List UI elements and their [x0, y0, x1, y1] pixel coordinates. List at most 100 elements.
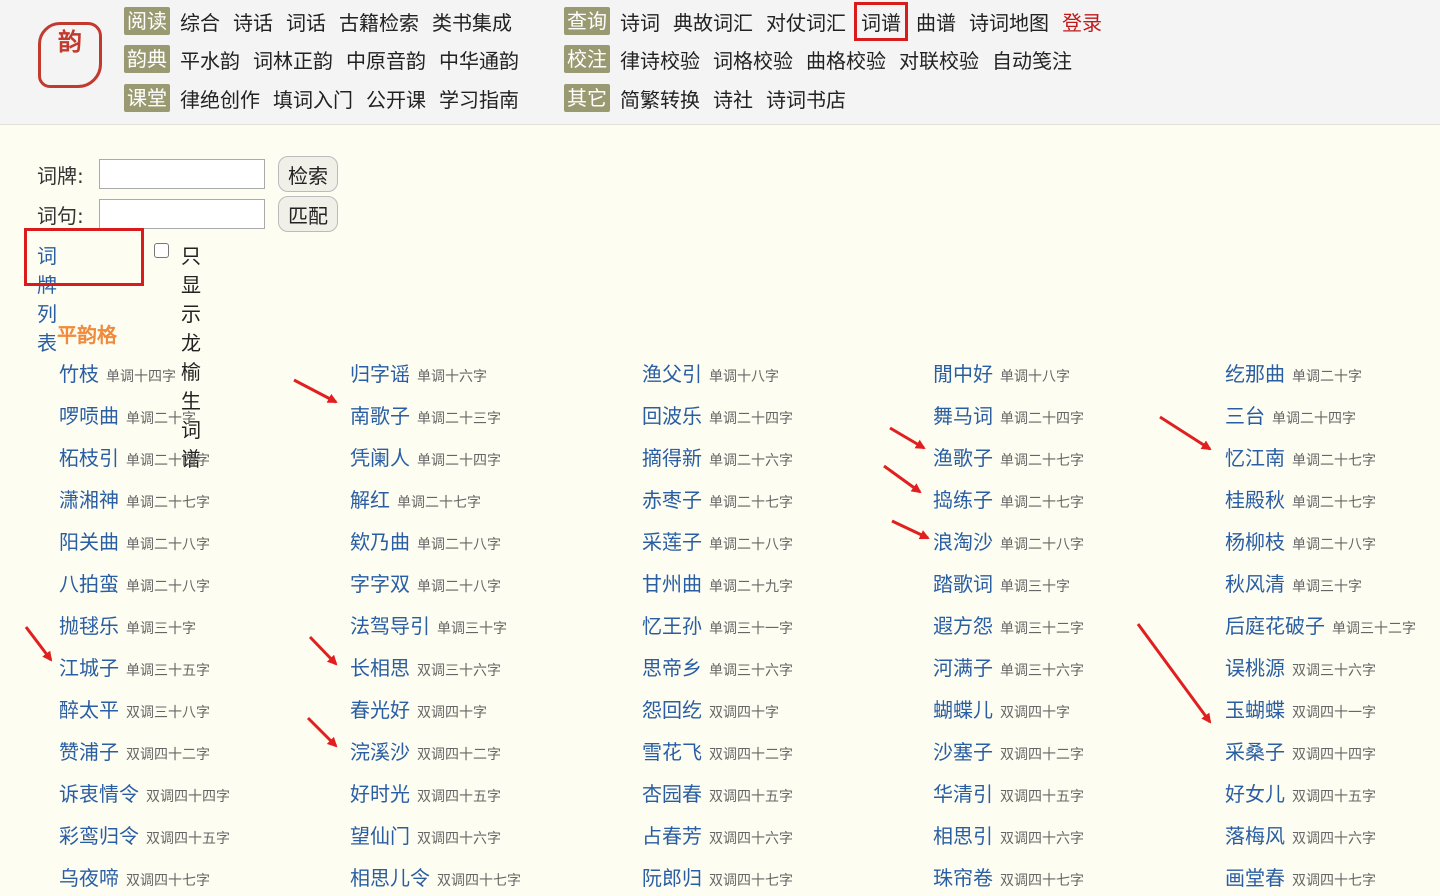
cipai-name-link[interactable]: 玉蝴蝶: [1225, 694, 1285, 723]
cipai-name-link[interactable]: 归字谣: [350, 358, 410, 387]
cipai-name-link[interactable]: 春光好: [350, 694, 410, 723]
nav-link[interactable]: 类书集成: [432, 7, 512, 36]
cipai-name-link[interactable]: 忆王孙: [642, 610, 702, 639]
cipai-name-link[interactable]: 望仙门: [350, 820, 410, 849]
cipai-name-link[interactable]: 踏歌词: [933, 568, 993, 597]
cipai-name-link[interactable]: 彩鸾归令: [59, 820, 139, 849]
cipai-name-link[interactable]: 落梅风: [1225, 820, 1285, 849]
nav-category-tag[interactable]: 其它: [564, 84, 610, 112]
cipai-name-link[interactable]: 八拍蛮: [59, 568, 119, 597]
cipai-name-link[interactable]: 捣练子: [933, 484, 993, 513]
cipai-name-link[interactable]: 渔歌子: [933, 442, 993, 471]
cipai-name-link[interactable]: 华清引: [933, 778, 993, 807]
cipai-name-link[interactable]: 乌夜啼: [59, 862, 119, 891]
nav-link[interactable]: 诗词: [620, 7, 660, 36]
nav-link[interactable]: 词格校验: [713, 45, 793, 74]
cipai-name-link[interactable]: 后庭花破子: [1225, 610, 1325, 639]
cipai-name-link[interactable]: 欸乃曲: [350, 526, 410, 555]
cipai-name-link[interactable]: 怨回纥: [642, 694, 702, 723]
cipai-name-link[interactable]: 赤枣子: [642, 484, 702, 513]
cipai-name-link[interactable]: 醉太平: [59, 694, 119, 723]
nav-link[interactable]: 诗话: [233, 7, 273, 36]
cipai-name-link[interactable]: 杨柳枝: [1225, 526, 1285, 555]
ciju-input[interactable]: [99, 199, 265, 229]
nav-category-tag[interactable]: 韵典: [124, 45, 170, 73]
cipai-name-link[interactable]: 法驾导引: [350, 610, 430, 639]
search-button[interactable]: 检索: [278, 156, 338, 192]
match-button[interactable]: 匹配: [278, 196, 338, 232]
cipai-name-link[interactable]: 竹枝: [59, 358, 99, 387]
login-link[interactable]: 登录: [1062, 7, 1102, 36]
cipai-name-link[interactable]: 长相思: [350, 652, 410, 681]
cipai-name-link[interactable]: 相思引: [933, 820, 993, 849]
nav-link[interactable]: 律绝创作: [180, 84, 260, 113]
cipai-name-link[interactable]: 雪花飞: [642, 736, 702, 765]
nav-link[interactable]: 简繁转换: [620, 84, 700, 113]
nav-link[interactable]: 曲谱: [916, 7, 956, 36]
cipai-name-link[interactable]: 蝴蝶儿: [933, 694, 993, 723]
cipai-name-link[interactable]: 回波乐: [642, 400, 702, 429]
nav-link[interactable]: 中原音韵: [346, 45, 426, 74]
nav-link[interactable]: 中华通韵: [439, 45, 519, 74]
cipai-name-link[interactable]: 閒中好: [933, 358, 993, 387]
cipai-name-link[interactable]: 浣溪沙: [350, 736, 410, 765]
nav-link[interactable]: 平水韵: [180, 45, 240, 74]
cipai-name-link[interactable]: 好时光: [350, 778, 410, 807]
cipai-name-link[interactable]: 江城子: [59, 652, 119, 681]
cipai-name-link[interactable]: 占春芳: [642, 820, 702, 849]
cipai-name-link[interactable]: 珠帘卷: [933, 862, 993, 891]
cipai-name-link[interactable]: 采莲子: [642, 526, 702, 555]
cipai-name-link[interactable]: 沙塞子: [933, 736, 993, 765]
cipai-name-link[interactable]: 舞马词: [933, 400, 993, 429]
cipai-input[interactable]: [99, 159, 265, 189]
cipai-name-link[interactable]: 柘枝引: [59, 442, 119, 471]
cipai-name-link[interactable]: 字字双: [350, 568, 410, 597]
cipai-name-link[interactable]: 解红: [350, 484, 390, 513]
nav-link[interactable]: 律诗校验: [620, 45, 700, 74]
longyusheng-checkbox[interactable]: [154, 243, 169, 258]
cipai-name-link[interactable]: 误桃源: [1225, 652, 1285, 681]
cipai-name-link[interactable]: 凭阑人: [350, 442, 410, 471]
cipai-name-link[interactable]: 遐方怨: [933, 610, 993, 639]
nav-category-tag[interactable]: 查询: [564, 7, 610, 35]
site-logo[interactable]: 韵: [38, 22, 102, 88]
cipai-name-link[interactable]: 三台: [1225, 400, 1265, 429]
cipai-name-link[interactable]: 好女儿: [1225, 778, 1285, 807]
nav-link[interactable]: 曲格校验: [806, 45, 886, 74]
nav-category-tag[interactable]: 阅读: [124, 7, 170, 35]
nav-link[interactable]: 自动笺注: [992, 45, 1072, 74]
cipai-name-link[interactable]: 赞浦子: [59, 736, 119, 765]
nav-category-tag[interactable]: 课堂: [124, 84, 170, 112]
cipai-name-link[interactable]: 忆江南: [1225, 442, 1285, 471]
cipai-name-link[interactable]: 相思儿令: [350, 862, 430, 891]
nav-link[interactable]: 诗词地图: [969, 7, 1049, 36]
nav-link[interactable]: 综合: [180, 7, 220, 36]
cipai-name-link[interactable]: 阮郎归: [642, 862, 702, 891]
cipai-name-link[interactable]: 渔父引: [642, 358, 702, 387]
nav-link[interactable]: 学习指南: [439, 84, 519, 113]
cipai-name-link[interactable]: 阳关曲: [59, 526, 119, 555]
cipai-name-link[interactable]: 甘州曲: [642, 568, 702, 597]
cipai-name-link[interactable]: 画堂春: [1225, 862, 1285, 891]
cipai-name-link[interactable]: 杏园春: [642, 778, 702, 807]
nav-category-tag[interactable]: 校注: [564, 45, 610, 73]
cipai-name-link[interactable]: 南歌子: [350, 400, 410, 429]
nav-link[interactable]: 诗社: [713, 84, 753, 113]
cipai-name-link[interactable]: 啰唝曲: [59, 400, 119, 429]
nav-link[interactable]: 典故词汇: [673, 7, 753, 36]
nav-link[interactable]: 词谱: [854, 1, 908, 41]
nav-link[interactable]: 对仗词汇: [766, 7, 846, 36]
nav-link[interactable]: 古籍检索: [339, 7, 419, 36]
nav-link[interactable]: 填词入门: [273, 84, 353, 113]
nav-link[interactable]: 词话: [286, 7, 326, 36]
cipai-name-link[interactable]: 河满子: [933, 652, 993, 681]
cipai-name-link[interactable]: 潇湘神: [59, 484, 119, 513]
cipai-name-link[interactable]: 诉衷情令: [59, 778, 139, 807]
nav-link[interactable]: 对联校验: [899, 45, 979, 74]
nav-link[interactable]: 词林正韵: [253, 45, 333, 74]
cipai-name-link[interactable]: 思帝乡: [642, 652, 702, 681]
nav-link[interactable]: 诗词书店: [766, 84, 846, 113]
cipai-name-link[interactable]: 秋风清: [1225, 568, 1285, 597]
cipai-name-link[interactable]: 桂殿秋: [1225, 484, 1285, 513]
cipai-name-link[interactable]: 摘得新: [642, 442, 702, 471]
